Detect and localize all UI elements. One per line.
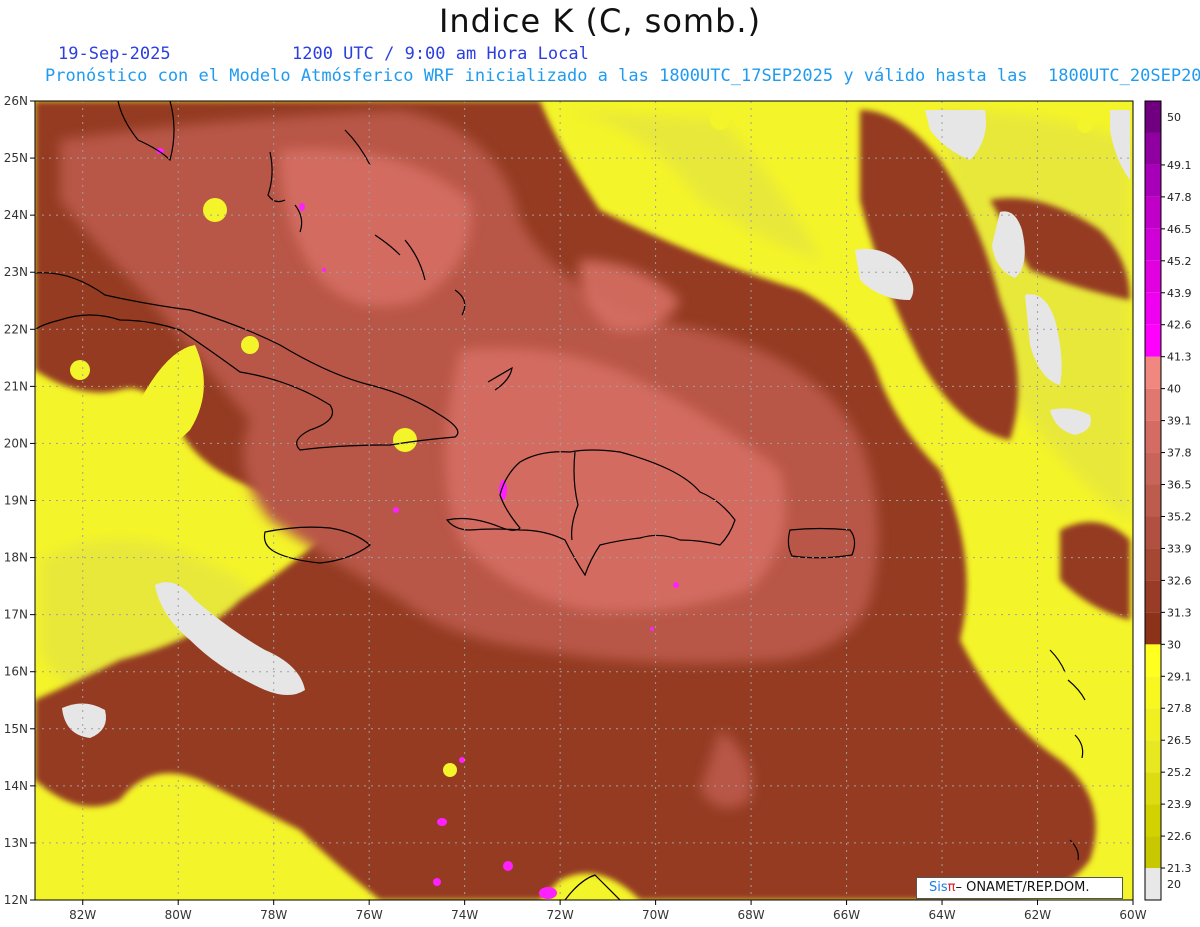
- lat-tick-label: 13N: [4, 836, 28, 850]
- colorbar-swatch: [1145, 324, 1161, 357]
- colorbar-label: 49.1: [1167, 159, 1192, 172]
- lat-tick-label: 25N: [4, 151, 28, 165]
- lat-tick-label: 24N: [4, 208, 28, 222]
- lon-tick-label: 64W: [928, 908, 955, 922]
- colorbar-label: 42.6: [1167, 319, 1192, 332]
- colorbar-swatch: [1145, 868, 1161, 900]
- colorbar-swatch: [1145, 260, 1161, 293]
- colorbar-label: 32.6: [1167, 574, 1192, 587]
- lon-tick-label: 80W: [165, 908, 192, 922]
- colorbar-swatch: [1145, 196, 1161, 229]
- colorbar-swatch: [1145, 388, 1161, 421]
- lat-tick-label: 20N: [4, 436, 28, 450]
- colorbar-swatch: [1145, 101, 1161, 133]
- lon-tick-label: 72W: [547, 908, 574, 922]
- colorbar-swatch: [1145, 516, 1161, 549]
- colorbar-label: 36.5: [1167, 479, 1192, 492]
- lat-tick-label: 16N: [4, 665, 28, 679]
- colorbar-label: 50: [1167, 111, 1181, 124]
- colorbar-label: 25.2: [1167, 766, 1192, 779]
- lon-tick-label: 68W: [738, 908, 765, 922]
- lon-tick-label: 82W: [69, 908, 96, 922]
- colorbar-swatch: [1145, 708, 1161, 741]
- lat-tick-label: 22N: [4, 322, 28, 336]
- colorbar-label: 29.1: [1167, 670, 1192, 683]
- colorbar-label: 26.5: [1167, 734, 1192, 747]
- lat-tick-label: 17N: [4, 608, 28, 622]
- colorbar-label: 41.3: [1167, 351, 1192, 364]
- colorbar-label: 46.5: [1167, 223, 1192, 236]
- colorbar-swatch: [1145, 164, 1161, 197]
- colorbar-swatch: [1145, 356, 1161, 389]
- k-index-map: 82W 80W 78W 76W 74W 72W 70W 68W 66W 64W 62W 60W 12N 1…: [4, 94, 1192, 922]
- lon-tick-label: 76W: [356, 908, 383, 922]
- lat-tick-label: 18N: [4, 551, 28, 565]
- colorbar-swatch: [1145, 548, 1161, 581]
- lat-tick-label: 26N: [4, 94, 28, 108]
- colorbar-swatch: [1145, 580, 1161, 613]
- colorbar-swatch: [1145, 612, 1161, 645]
- credit-brand: Sis: [929, 880, 948, 895]
- lat-tick-label: 23N: [4, 265, 28, 279]
- colorbar-label: 23.9: [1167, 798, 1192, 811]
- credit-box: Sisπ– ONAMET/REP.DOM.: [916, 877, 1123, 899]
- colorbar-swatch: [1145, 452, 1161, 485]
- colorbar-label: 39.1: [1167, 415, 1192, 428]
- colorbar-label: 20: [1167, 878, 1181, 891]
- colorbar-label: 47.8: [1167, 191, 1192, 204]
- lon-tick-label: 78W: [260, 908, 287, 922]
- credit-text: – ONAMET/REP.DOM.: [955, 880, 1090, 895]
- colorbar-swatch: [1145, 132, 1161, 165]
- colorbar-swatch: [1145, 484, 1161, 517]
- colorbar-label: 30: [1167, 638, 1181, 651]
- lon-tick-label: 66W: [833, 908, 860, 922]
- colorbar-label: 45.2: [1167, 255, 1192, 268]
- lon-tick-label: 60W: [1119, 908, 1146, 922]
- lat-tick-label: 12N: [4, 893, 28, 907]
- colorbar-swatch: [1145, 740, 1161, 773]
- colorbar-swatch: [1145, 644, 1161, 677]
- lat-tick-label: 15N: [4, 722, 28, 736]
- colorbar: 20 21.3 22.6 23.9 25.2 26.5 27.8 29.1 30 31.3 32.6…: [1144, 100, 1192, 901]
- lat-tick-label: 21N: [4, 379, 28, 393]
- lon-tick-label: 74W: [451, 908, 478, 922]
- colorbar-label: 35.2: [1167, 510, 1192, 523]
- colorbar-swatch: [1145, 804, 1161, 837]
- colorbar-swatch: [1145, 836, 1161, 869]
- colorbar-swatch: [1145, 292, 1161, 325]
- lat-tick-label: 19N: [4, 494, 28, 508]
- lon-tick-label: 62W: [1024, 908, 1051, 922]
- colorbar-swatch: [1145, 420, 1161, 453]
- colorbar-label: 22.6: [1167, 830, 1192, 843]
- colorbar-swatch: [1145, 676, 1161, 709]
- lon-tick-label: 70W: [642, 908, 669, 922]
- colorbar-label: 27.8: [1167, 702, 1192, 715]
- colorbar-label: 33.9: [1167, 542, 1192, 555]
- colorbar-label: 43.9: [1167, 287, 1192, 300]
- colorbar-label: 31.3: [1167, 606, 1192, 619]
- colorbar-label: 21.3: [1167, 862, 1192, 875]
- colorbar-label: 40: [1167, 383, 1181, 396]
- lat-tick-label: 14N: [4, 779, 28, 793]
- colorbar-label: 37.8: [1167, 447, 1192, 460]
- colorbar-swatch: [1145, 772, 1161, 805]
- colorbar-swatch: [1145, 228, 1161, 261]
